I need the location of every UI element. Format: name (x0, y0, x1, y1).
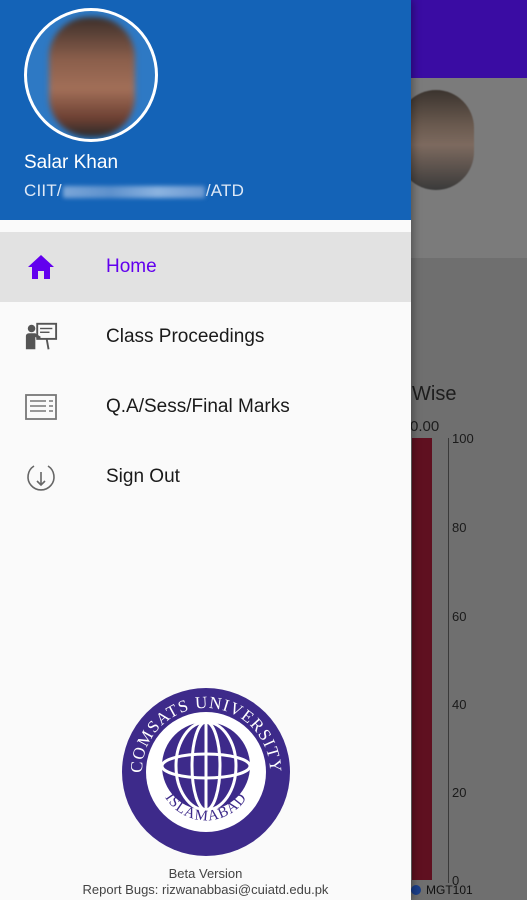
home-icon (24, 250, 58, 284)
beta-version-label: Beta Version (168, 866, 243, 881)
background-y-tick: 20 (452, 785, 467, 800)
background-y-tick: 80 (452, 520, 467, 535)
background-y-tick: 60 (452, 609, 467, 624)
menu-label-class-proceedings: Class Proceedings (106, 326, 265, 347)
menu-item-class-proceedings[interactable]: Class Proceedings (0, 302, 411, 372)
id-redacted (62, 185, 205, 198)
background-y-tick: 40 (452, 697, 467, 712)
university-logo: COMSATS UNIVERSITY ISLAMABAD (120, 686, 292, 858)
background-y-tick: 100 (452, 431, 474, 446)
menu-item-marks[interactable]: Q.A/Sess/Final Marks (0, 372, 411, 442)
sign-out-icon (24, 460, 58, 494)
drawer-menu: Home Class Proceedings Q.A/Sess/Final Ma… (0, 232, 411, 512)
profile-avatar[interactable] (24, 8, 158, 142)
menu-label-home: Home (106, 256, 157, 277)
marks-sheet-icon (24, 390, 58, 424)
background-chart-value: 0.00 (410, 418, 440, 435)
menu-item-home[interactable]: Home (0, 232, 411, 302)
drawer-header: Salar Khan CIIT/ /ATD (0, 0, 411, 220)
background-legend-dot (411, 885, 421, 895)
report-bugs-label: Report Bugs: rizwanabbasi@cuiatd.edu.pk (82, 882, 329, 897)
background-chart-title: Wise (412, 383, 457, 405)
background-y-axis (448, 438, 449, 883)
id-suffix: /ATD (205, 181, 245, 200)
profile-registration-id: CIIT/ /ATD (24, 181, 244, 201)
avatar-photo-blurred (49, 17, 135, 137)
id-prefix: CIIT/ (24, 181, 62, 200)
menu-label-sign-out: Sign Out (106, 466, 180, 487)
profile-name: Salar Khan (24, 152, 119, 173)
background-chart-bar (412, 438, 432, 880)
background-legend-label: MGT101 (426, 883, 473, 897)
navigation-drawer: Salar Khan CIIT/ /ATD Home Class Proceedi… (0, 0, 411, 900)
menu-label-marks: Q.A/Sess/Final Marks (106, 396, 290, 417)
menu-item-sign-out[interactable]: Sign Out (0, 442, 411, 512)
teacher-board-icon (24, 320, 58, 354)
